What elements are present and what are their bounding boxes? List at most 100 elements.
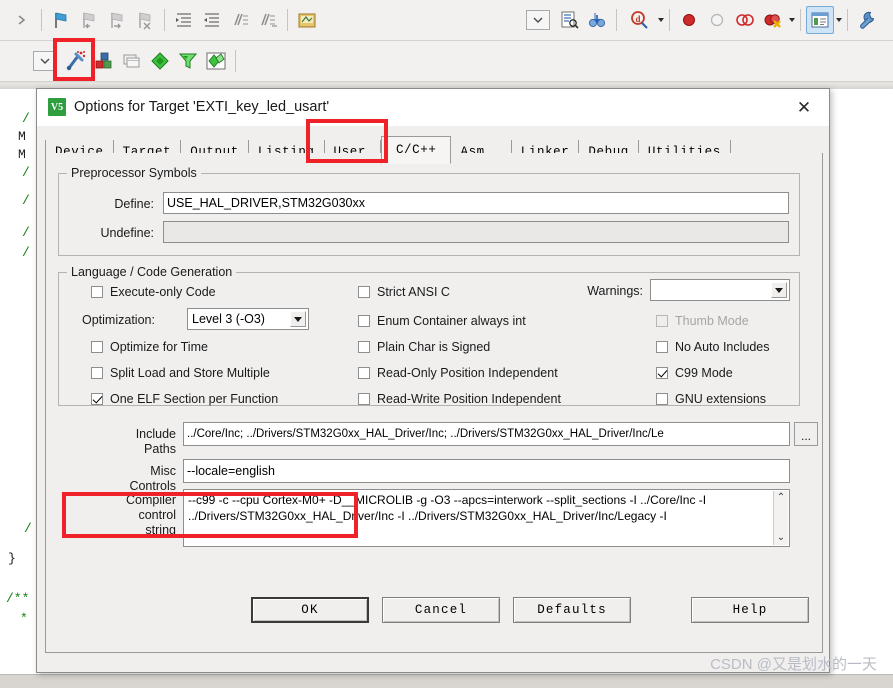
code-line: M [18, 147, 26, 162]
checkbox-label: Plain Char is Signed [377, 340, 491, 354]
tab-c-cpp[interactable]: C/C++ [380, 136, 452, 164]
checkbox-box [91, 393, 103, 405]
undefine-input[interactable] [163, 221, 789, 243]
breakpoint-dropdown-caret-icon[interactable] [789, 18, 795, 22]
bookmark-next-icon[interactable] [103, 6, 131, 34]
breakpoint-disable-all-icon[interactable] [731, 6, 759, 34]
indent-icon[interactable] [170, 6, 198, 34]
windows-dropdown-caret-icon[interactable] [836, 18, 842, 22]
scroll-up-icon[interactable]: ⌃ [777, 491, 785, 505]
multi-project-icon[interactable] [118, 47, 146, 75]
outdent-icon[interactable] [198, 6, 226, 34]
preprocessor-symbols-legend: Preprocessor Symbols [71, 166, 197, 180]
checkbox-label: Optimize for Time [110, 340, 208, 354]
checkbox-no-auto-includes[interactable]: No Auto Includes [656, 340, 770, 354]
chevron-down-icon[interactable] [771, 282, 787, 298]
checkbox-plain-char-is-signed[interactable]: Plain Char is Signed [358, 340, 490, 354]
checkbox-strict-ansi-c[interactable]: Strict ANSI C [358, 285, 450, 299]
defaults-button[interactable]: Defaults [513, 597, 631, 623]
checkbox-read-only-position-independent[interactable]: Read-Only Position Independent [358, 366, 558, 380]
breakpoint-insert-icon[interactable] [675, 6, 703, 34]
uncomment-icon[interactable] [254, 6, 282, 34]
checkbox-execute-only-code[interactable]: Execute-only Code [91, 285, 216, 299]
checkbox-label: Read-Write Position Independent [377, 392, 561, 406]
language-code-generation-legend: Language / Code Generation [71, 265, 233, 279]
checkbox-box [656, 315, 668, 327]
optimization-value: Level 3 (-O3) [192, 312, 265, 326]
svg-text:d: d [635, 14, 640, 24]
breakpoint-kill-all-icon[interactable] [759, 6, 787, 34]
checkbox-label: One ELF Section per Function [110, 392, 279, 406]
compiler-control-string-textarea[interactable]: --c99 -c --cpu Cortex-M0+ -D__MICROLIB -… [183, 489, 790, 547]
bookmark-clear-icon[interactable] [131, 6, 159, 34]
code-line: / [22, 225, 30, 240]
comment-icon[interactable] [226, 6, 254, 34]
watermark: CSDN @又是划水的一天 [710, 656, 877, 673]
define-input[interactable]: USE_HAL_DRIVER,STM32G030xx [163, 192, 789, 214]
code-line: / [24, 521, 32, 536]
options-dialog: V5 Options for Target 'EXTI_key_led_usar… [36, 88, 830, 673]
bookmark-toggle-icon[interactable] [47, 6, 75, 34]
toolbar-separator [164, 9, 165, 31]
compiler-string-scrollbar[interactable]: ⌃ ⌄ [773, 491, 788, 545]
toolbar-separator [41, 9, 42, 31]
find-in-files-icon[interactable]: d [622, 6, 656, 34]
compiler-string-label-line1: Compiler [125, 493, 176, 507]
wrench-icon[interactable] [853, 6, 881, 34]
toolbar-row-2 [0, 41, 893, 82]
checkbox-read-write-position-independent[interactable]: Read-Write Position Independent [358, 392, 561, 406]
checkbox-split-load-and-store-multiple[interactable]: Split Load and Store Multiple [91, 366, 270, 380]
help-button[interactable]: Help [691, 597, 809, 623]
checkbox-gnu-extensions[interactable]: GNU extensions [656, 392, 766, 406]
checkbox-enum-container-always-int[interactable]: Enum Container always int [358, 314, 526, 328]
misc-controls-input[interactable]: --locale=english [183, 459, 790, 483]
editor-status-bar [0, 674, 893, 688]
dialog-title: Options for Target 'EXTI_key_led_usart' [74, 99, 330, 115]
checkbox-thumb-mode[interactable]: Thumb Mode [656, 314, 749, 328]
open-file-icon[interactable] [293, 6, 321, 34]
code-line: / [22, 245, 30, 260]
toolbar-separator [800, 9, 801, 31]
checkbox-box [358, 315, 370, 327]
pack-installer-icon[interactable] [202, 47, 230, 75]
dialog-titlebar[interactable]: V5 Options for Target 'EXTI_key_led_usar… [37, 89, 829, 126]
toolbar-separator [287, 9, 288, 31]
scroll-down-icon[interactable]: ⌄ [777, 531, 785, 545]
checkbox-one-elf-section-per-function[interactable]: One ELF Section per Function [91, 392, 278, 406]
find-dropdown-caret-icon[interactable] [658, 18, 664, 22]
compiler-string-line-2: ../Drivers/STM32G0xx_HAL_Driver/Inc -I .… [188, 509, 667, 523]
include-paths-browse-button[interactable]: ... [794, 422, 818, 446]
binoculars-icon[interactable] [583, 6, 611, 34]
checkbox-c99-mode[interactable]: C99 Mode [656, 366, 733, 380]
toolbar-row-1: d [0, 0, 893, 41]
undefine-label: Undefine: [100, 226, 154, 240]
bookmark-prev-icon[interactable] [75, 6, 103, 34]
configuration-wizard-icon[interactable] [146, 47, 174, 75]
cancel-button[interactable]: Cancel [382, 597, 500, 623]
code-line: * [20, 611, 28, 626]
manage-windows-icon[interactable] [806, 6, 834, 34]
include-paths-input[interactable]: ../Core/Inc; ../Drivers/STM32G0xx_HAL_Dr… [183, 422, 790, 446]
close-icon[interactable]: ✕ [787, 94, 821, 120]
checkbox-box [656, 341, 668, 353]
checkbox-box [358, 341, 370, 353]
code-line: /** [6, 591, 30, 606]
dialog-body: Preprocessor Symbols Define: USE_HAL_DRI… [45, 153, 823, 653]
checkbox-box [91, 367, 103, 379]
chevron-down-icon[interactable] [290, 311, 306, 327]
target-options-icon[interactable] [62, 47, 90, 75]
include-paths-label-line2: Paths [144, 442, 176, 456]
checkbox-label: Split Load and Store Multiple [110, 366, 270, 380]
optimization-select[interactable]: Level 3 (-O3) [187, 308, 309, 330]
build-log-icon[interactable] [555, 6, 583, 34]
warnings-select[interactable] [650, 279, 790, 301]
dropdown-chevron-icon[interactable] [521, 6, 555, 34]
breakpoint-disable-icon[interactable] [703, 6, 731, 34]
checkbox-label: Strict ANSI C [377, 285, 450, 299]
checkbox-optimize-for-time[interactable]: Optimize for Time [91, 340, 208, 354]
toolbar-overflow-arrow-icon[interactable] [8, 6, 36, 34]
manage-project-items-icon[interactable] [90, 47, 118, 75]
ok-button[interactable]: OK [251, 597, 369, 623]
filter-icon[interactable] [174, 47, 202, 75]
dropdown-chevron-icon[interactable] [28, 47, 62, 75]
